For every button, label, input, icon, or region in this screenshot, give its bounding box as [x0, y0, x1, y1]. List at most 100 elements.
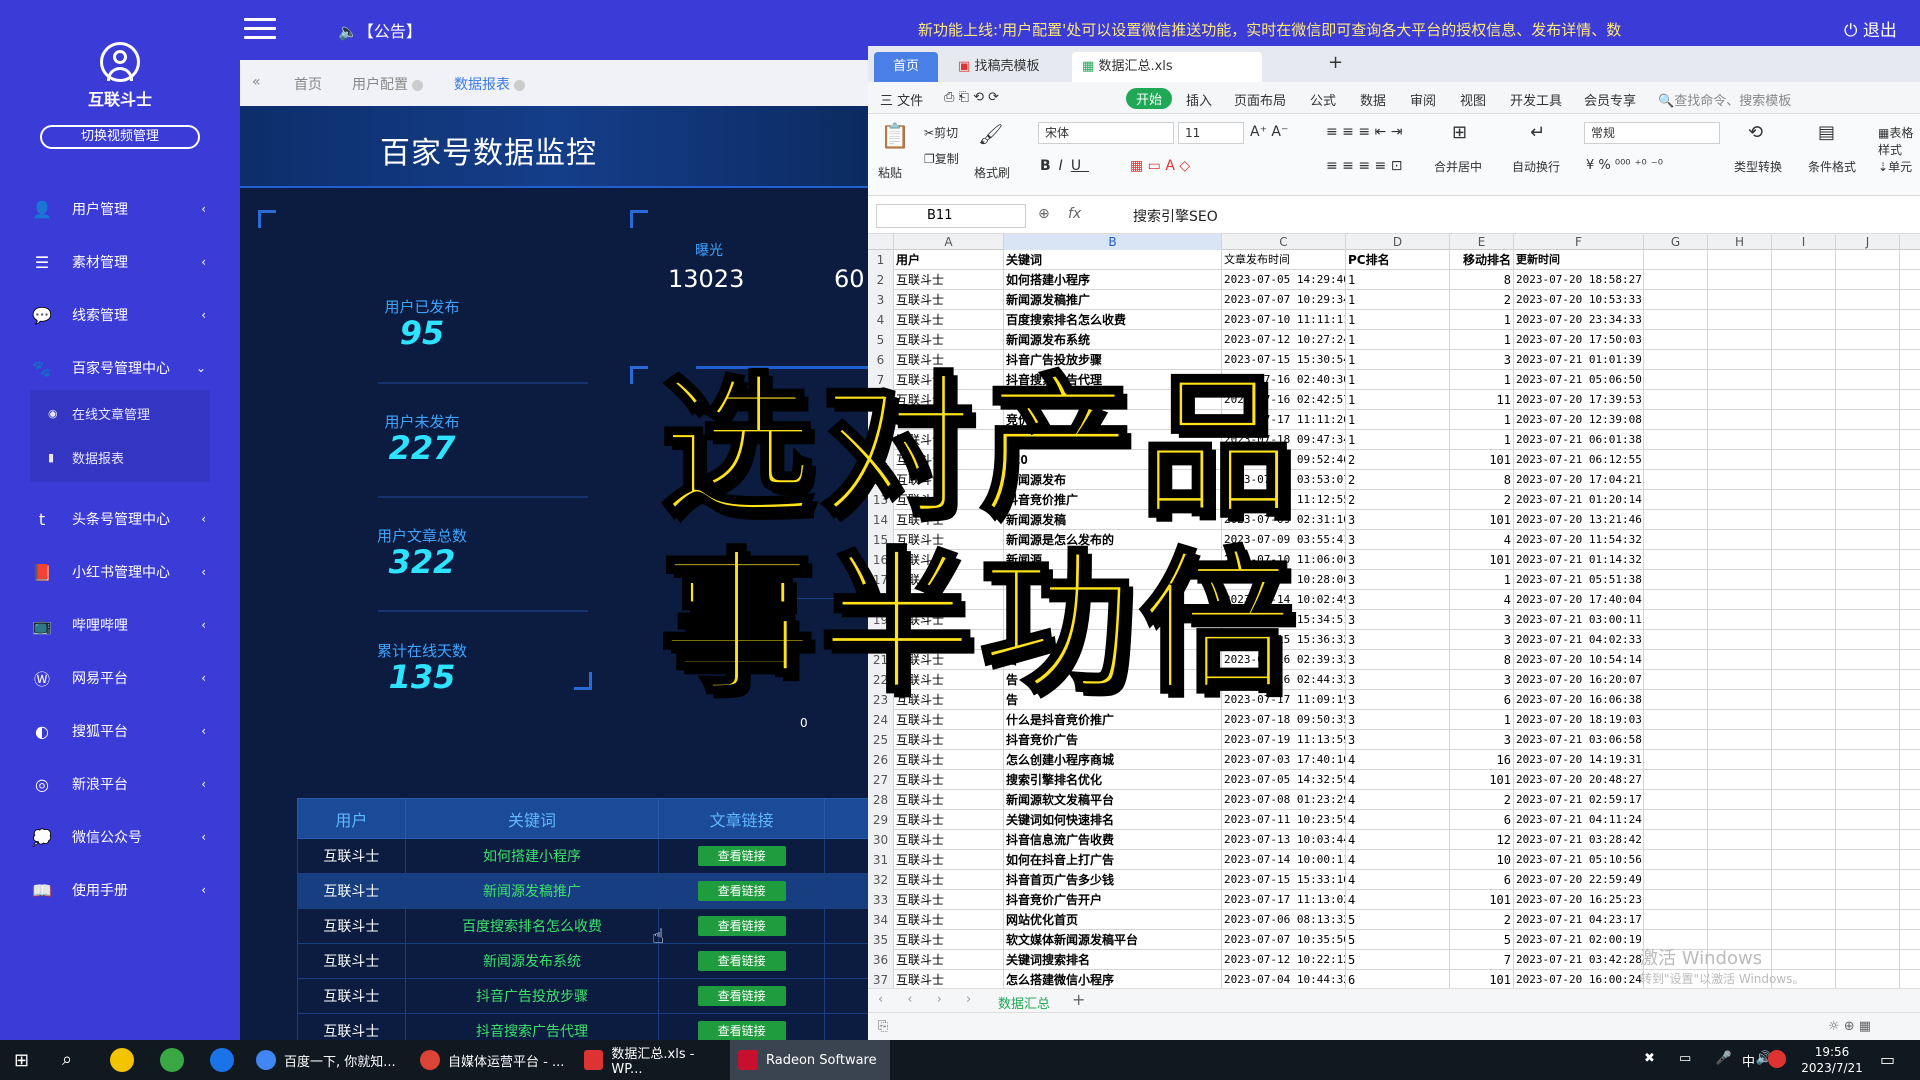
cell[interactable] — [1772, 950, 1836, 970]
row-number[interactable]: 2 — [868, 270, 894, 290]
cell[interactable] — [1708, 750, 1772, 770]
format-painter-icon[interactable]: 🖌 — [978, 122, 1003, 146]
cell[interactable]: 3 — [1450, 350, 1514, 370]
cell[interactable]: 2023-07-21 06:01:38 — [1514, 430, 1644, 450]
windows-start-icon[interactable]: ⊞ — [14, 1050, 29, 1071]
menu-page-layout[interactable]: 页面布局 — [1234, 90, 1286, 109]
column-header[interactable]: F — [1514, 234, 1644, 250]
column-header[interactable]: A — [894, 234, 1004, 250]
taskbar-app-baidu[interactable]: 百度一下, 你就知... — [248, 1040, 408, 1080]
cell[interactable]: 软文媒体新闻源发稿平台 — [1004, 930, 1222, 950]
cell[interactable]: PC排名 — [1346, 250, 1450, 270]
cell[interactable]: 12 — [1450, 830, 1514, 850]
cell[interactable] — [1836, 650, 1900, 670]
cell[interactable]: 2023-07-20 20:48:27 — [1514, 770, 1644, 790]
cell[interactable] — [1836, 670, 1900, 690]
cell[interactable]: 2023-07-12 10:22:12 — [1222, 950, 1346, 970]
row-number[interactable]: 36 — [868, 950, 894, 970]
cell[interactable] — [1644, 890, 1708, 910]
notification-icon[interactable]: ▭ — [1880, 1050, 1895, 1069]
cell[interactable] — [1708, 830, 1772, 850]
cell[interactable]: 2 — [1450, 490, 1514, 510]
cell[interactable]: 4 — [1346, 890, 1450, 910]
column-header[interactable]: D — [1346, 234, 1450, 250]
cell[interactable]: 关键词如何快速排名 — [1004, 810, 1222, 830]
cell[interactable]: 1 — [1346, 430, 1450, 450]
cell[interactable] — [1772, 250, 1836, 270]
cell[interactable] — [1836, 690, 1900, 710]
menu-toggle-icon[interactable] — [244, 18, 276, 42]
close-icon[interactable] — [514, 79, 525, 91]
cell[interactable] — [1836, 270, 1900, 290]
cell[interactable]: 3 — [1450, 630, 1514, 650]
cell[interactable] — [1644, 710, 1708, 730]
cell[interactable]: 互联斗士 — [894, 890, 1004, 910]
cell[interactable] — [1644, 350, 1708, 370]
cell[interactable] — [1708, 630, 1772, 650]
cell[interactable]: 互联斗士 — [894, 870, 1004, 890]
cell[interactable]: 搜索引擎排名优化 — [1004, 770, 1222, 790]
cell[interactable]: 1 — [1450, 330, 1514, 350]
cell[interactable] — [1644, 290, 1708, 310]
sidebar-item-wechat-official[interactable]: 💭 微信公众号 ‹ — [0, 814, 240, 860]
cell[interactable]: 6 — [1346, 970, 1450, 990]
paste-icon[interactable]: 📋 — [880, 122, 910, 150]
cell[interactable]: 1 — [1346, 350, 1450, 370]
cell[interactable]: 6 — [1450, 870, 1514, 890]
cell[interactable] — [1708, 590, 1772, 610]
cell[interactable]: 3 — [1346, 690, 1450, 710]
cell[interactable]: 5 — [1346, 930, 1450, 950]
cell[interactable] — [1772, 810, 1836, 830]
cell[interactable] — [1644, 830, 1708, 850]
sidebar-subitem-online-articles[interactable]: ◉ 在线文章管理 — [48, 404, 150, 423]
cell[interactable]: 2023-07-20 17:50:03 — [1514, 330, 1644, 350]
cell[interactable]: 互联斗士 — [894, 930, 1004, 950]
row-number[interactable]: 25 — [868, 730, 894, 750]
cell[interactable] — [1708, 650, 1772, 670]
cell[interactable] — [1836, 510, 1900, 530]
column-header[interactable]: K — [1900, 234, 1920, 250]
new-tab-button[interactable]: + — [1318, 48, 1353, 78]
cell[interactable]: 1 — [1450, 570, 1514, 590]
align-top-icons[interactable]: ≡ ≡ ≡ ⇤ ⇥ — [1326, 124, 1402, 140]
cell[interactable]: 1 — [1450, 370, 1514, 390]
cell[interactable] — [1772, 270, 1836, 290]
cell[interactable]: 互联斗士 — [894, 790, 1004, 810]
cell[interactable]: 8 — [1450, 650, 1514, 670]
cell[interactable]: 2023-07-21 03:00:11 — [1514, 610, 1644, 630]
cell[interactable]: 2023-07-15 15:33:16 — [1222, 870, 1346, 890]
cell[interactable]: 2023-07-21 05:51:38 — [1514, 570, 1644, 590]
view-link-button[interactable]: 查看链接 — [697, 951, 786, 971]
cell[interactable] — [1772, 310, 1836, 330]
cell[interactable] — [1708, 710, 1772, 730]
cell[interactable] — [1772, 650, 1836, 670]
cell[interactable]: 101 — [1450, 510, 1514, 530]
cell[interactable]: 2023-07-21 05:06:50 — [1514, 370, 1644, 390]
cell[interactable]: 互联斗士 — [894, 910, 1004, 930]
cell[interactable]: 3 — [1346, 510, 1450, 530]
cell[interactable]: 抖音信息流广告收费 — [1004, 830, 1222, 850]
number-format-icons[interactable]: ¥ % ⁰⁰⁰ ⁺⁰ ⁻⁰ — [1586, 158, 1663, 173]
cell[interactable]: 2023-07-20 18:19:03 — [1514, 710, 1644, 730]
merge-center-button[interactable]: 合并居中 — [1434, 158, 1482, 175]
font-grow-icon[interactable]: A⁺ A⁻ — [1250, 124, 1288, 140]
cell[interactable]: 更新时间 — [1514, 250, 1644, 270]
cell[interactable]: 3 — [1346, 570, 1450, 590]
row-number[interactable]: 32 — [868, 870, 894, 890]
cell[interactable]: 2023-07-20 16:25:23 — [1514, 890, 1644, 910]
cell[interactable] — [1708, 890, 1772, 910]
cell[interactable] — [1772, 370, 1836, 390]
sidebar-item-manual[interactable]: 📖 使用手册 ‹ — [0, 867, 240, 913]
view-mode-icons[interactable]: ☼ ⊕ ▦ — [1828, 1019, 1871, 1034]
cell[interactable] — [1708, 530, 1772, 550]
cell[interactable] — [1772, 710, 1836, 730]
row-number[interactable]: 27 — [868, 770, 894, 790]
cell[interactable] — [1836, 850, 1900, 870]
cell[interactable]: 11 — [1450, 390, 1514, 410]
cell[interactable]: 2023-07-12 10:27:24 — [1222, 330, 1346, 350]
conditional-format-button[interactable]: 条件格式 — [1808, 158, 1856, 175]
cell[interactable] — [1836, 450, 1900, 470]
table-style-button[interactable]: ▦表格样式 — [1878, 124, 1920, 158]
cell[interactable]: 移动排名 — [1450, 250, 1514, 270]
cell[interactable]: 怎么搭建微信小程序 — [1004, 970, 1222, 990]
